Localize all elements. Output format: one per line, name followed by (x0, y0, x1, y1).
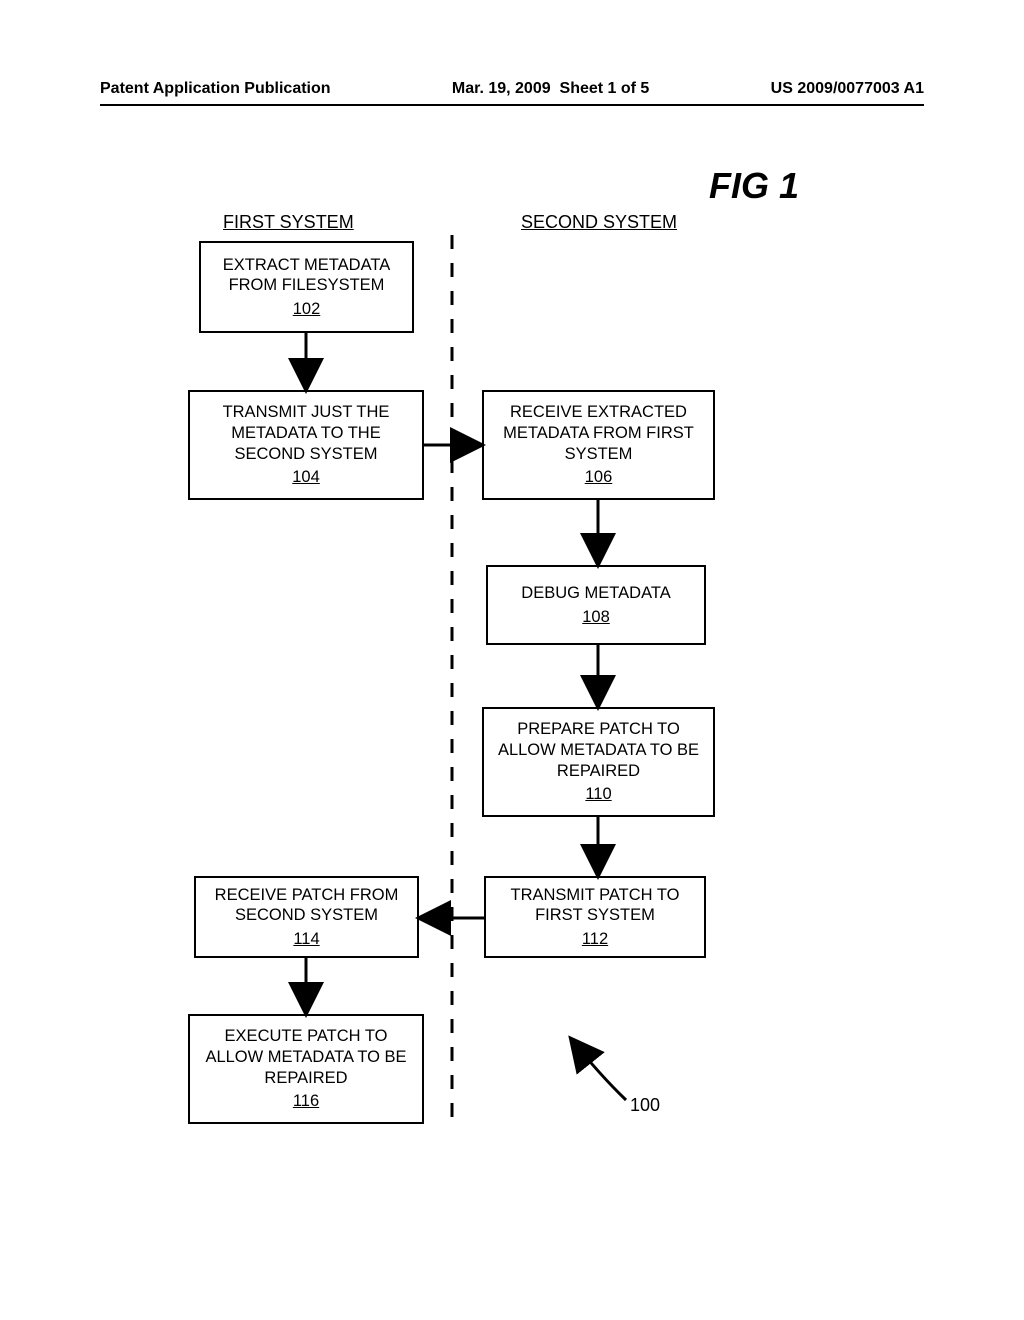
flow-box-ref: 112 (582, 929, 608, 950)
flow-box-102: EXTRACT METADATA FROM FILESYSTEM 102 (199, 241, 414, 333)
flow-box-text: RECEIVE EXTRACTED METADATA FROM FIRST SY… (494, 402, 703, 464)
flow-box-ref: 108 (582, 607, 610, 628)
column-header-second-system: SECOND SYSTEM (521, 212, 677, 233)
flow-box-110: PREPARE PATCH TO ALLOW METADATA TO BE RE… (482, 707, 715, 817)
flow-box-ref: 104 (292, 467, 320, 488)
flow-box-text: TRANSMIT PATCH TO FIRST SYSTEM (496, 885, 694, 926)
column-header-first-system: FIRST SYSTEM (223, 212, 354, 233)
flow-box-ref: 110 (585, 784, 611, 805)
flow-box-ref: 106 (585, 467, 613, 488)
flow-box-114: RECEIVE PATCH FROM SECOND SYSTEM 114 (194, 876, 419, 958)
flow-box-text: PREPARE PATCH TO ALLOW METADATA TO BE RE… (494, 719, 703, 781)
figure-label: FIG 1 (709, 165, 799, 207)
header-publication: Patent Application Publication (100, 80, 331, 98)
flow-box-ref: 116 (293, 1091, 319, 1112)
reference-number-100: 100 (630, 1095, 660, 1116)
flow-box-text: EXECUTE PATCH TO ALLOW METADATA TO BE RE… (200, 1026, 412, 1088)
flow-box-text: TRANSMIT JUST THE METADATA TO THE SECOND… (200, 402, 412, 464)
flow-box-116: EXECUTE PATCH TO ALLOW METADATA TO BE RE… (188, 1014, 424, 1124)
flow-box-104: TRANSMIT JUST THE METADATA TO THE SECOND… (188, 390, 424, 500)
flow-box-112: TRANSMIT PATCH TO FIRST SYSTEM 112 (484, 876, 706, 958)
flow-box-ref: 102 (293, 299, 321, 320)
flow-box-text: EXTRACT METADATA FROM FILESYSTEM (211, 255, 402, 296)
header-rule (100, 104, 924, 106)
flow-box-108: DEBUG METADATA 108 (486, 565, 706, 645)
flow-box-ref: 114 (293, 929, 319, 950)
page-header: Patent Application Publication Mar. 19, … (100, 80, 924, 98)
header-pubnum: US 2009/0077003 A1 (771, 80, 924, 98)
flow-box-106: RECEIVE EXTRACTED METADATA FROM FIRST SY… (482, 390, 715, 500)
flowchart-arrows (0, 0, 1024, 1320)
flow-box-text: DEBUG METADATA (521, 583, 670, 604)
header-date-sheet: Mar. 19, 2009 Sheet 1 of 5 (452, 80, 649, 98)
flow-box-text: RECEIVE PATCH FROM SECOND SYSTEM (206, 885, 407, 926)
